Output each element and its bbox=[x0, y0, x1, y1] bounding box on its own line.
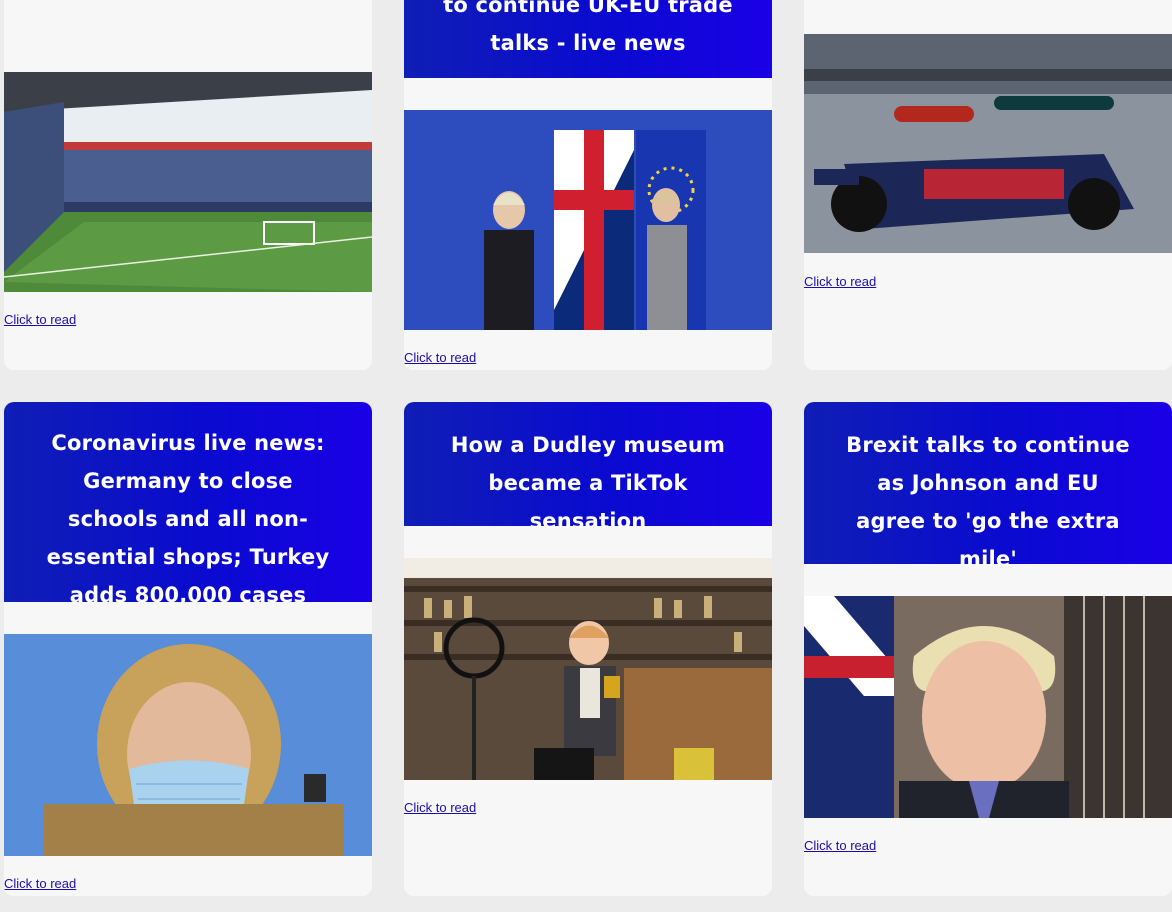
headline-text: Coronavirus live news: Germany to close … bbox=[46, 431, 330, 607]
headline[interactable]: Coronavirus live news: Germany to close … bbox=[4, 402, 372, 607]
news-card[interactable]: Brexit talks to continue as Johnson and … bbox=[804, 402, 1172, 896]
headline-text: How a Dudley museum became a TikTok sens… bbox=[450, 433, 726, 533]
boris-johnson-photo[interactable] bbox=[804, 596, 1172, 818]
click-to-read-link[interactable]: Click to read bbox=[404, 800, 476, 815]
click-to-read-link[interactable]: Click to read bbox=[404, 350, 476, 365]
stadium-photo[interactable] bbox=[4, 72, 372, 292]
headline-text: Brexit talks to continue as Johnson and … bbox=[846, 433, 1130, 571]
news-card[interactable]: Click to read bbox=[804, 0, 1172, 370]
formula-one-photo[interactable] bbox=[804, 34, 1172, 253]
museum-tiktok-photo[interactable] bbox=[404, 558, 772, 780]
news-card[interactable]: Click to read bbox=[4, 0, 372, 370]
click-to-read-link[interactable]: Click to read bbox=[804, 838, 876, 853]
click-to-read-link[interactable]: Click to read bbox=[804, 274, 876, 289]
headline[interactable]: Brexit talks to continue as Johnson and … bbox=[804, 402, 1172, 571]
click-to-read-link[interactable]: Click to read bbox=[4, 312, 76, 327]
news-card[interactable]: Coronavirus live news: Germany to close … bbox=[4, 402, 372, 896]
merkel-mask-photo[interactable] bbox=[4, 634, 372, 856]
click-to-read-link[interactable]: Click to read bbox=[4, 876, 76, 891]
news-card[interactable]: to continue UK-EU trade talks - live new… bbox=[404, 0, 772, 370]
headline[interactable]: How a Dudley museum became a TikTok sens… bbox=[404, 402, 772, 533]
johnson-von-der-leyen-photo[interactable] bbox=[404, 110, 772, 330]
news-card[interactable]: How a Dudley museum became a TikTok sens… bbox=[404, 402, 772, 896]
headline-text: to continue UK-EU trade talks - live new… bbox=[443, 0, 733, 55]
headline[interactable]: to continue UK-EU trade talks - live new… bbox=[404, 0, 772, 78]
